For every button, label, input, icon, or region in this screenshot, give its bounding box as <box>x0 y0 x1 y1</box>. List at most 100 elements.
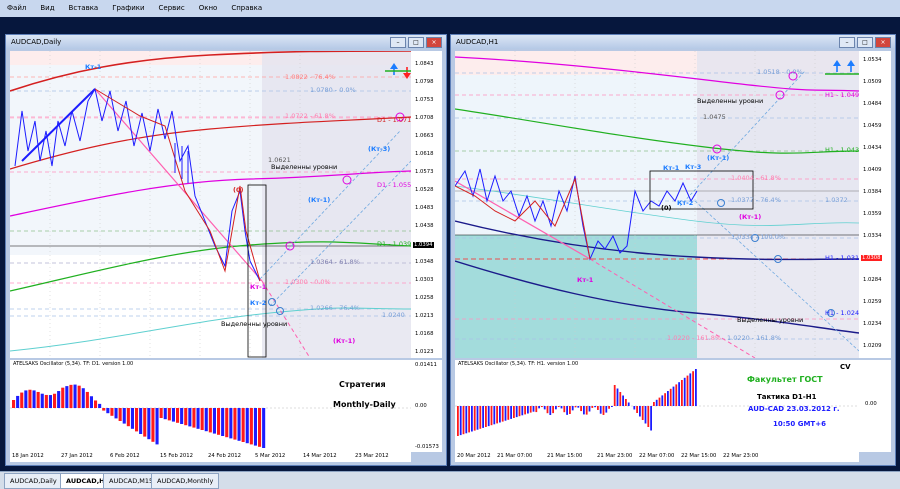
oscillator-bar <box>233 408 237 440</box>
oscillator-bar <box>549 406 552 415</box>
oscillator-bar <box>636 406 638 413</box>
oscillator-bar <box>619 392 622 406</box>
oscillator-bar <box>577 406 580 408</box>
window-title: AUDCAD,H1 <box>456 38 499 46</box>
price-chart[interactable]: 1.0518 - 0.0% H1 - 1.0496 1.0475 H1 - 1.… <box>455 51 859 358</box>
oscillator-bar <box>184 408 188 426</box>
oscillator-bar <box>57 391 61 408</box>
oscillator-bar <box>196 408 200 429</box>
wave-label-kt3: (Кт-3) <box>368 145 391 153</box>
oscillator-bar <box>546 406 549 414</box>
chart-window-daily[interactable]: AUDCAD,Daily – □ × 1.0822 - 76.4% 1.0780… <box>5 34 447 466</box>
oscillator-bar <box>675 384 678 406</box>
oscillator-bar <box>672 386 675 406</box>
oscillator-bar <box>457 406 459 436</box>
level-label: 1.0220 - 161.8% <box>667 334 722 342</box>
wave-label-kt1: Кт-1 <box>577 276 594 284</box>
chart-window-h1[interactable]: AUDCAD,H1 – □ × 1.0518 - 0.0% H1 - 1.049… <box>450 34 896 466</box>
oscillator-bar <box>482 406 484 428</box>
annotation-levels: Выделенны уровни <box>221 320 288 328</box>
oscillator-bar <box>28 389 32 408</box>
oscillator-bar <box>171 408 175 422</box>
oscillator-bar <box>501 406 504 422</box>
oscillator-bar <box>110 408 114 416</box>
level-label: 1.0364 - 61.8% <box>310 258 360 266</box>
oscillator-bar <box>535 406 538 413</box>
oscillator-bar <box>167 408 171 421</box>
menu-insert[interactable]: Вставка <box>62 0 106 17</box>
minimize-button[interactable]: – <box>390 37 406 48</box>
window-titlebar[interactable]: AUDCAD,H1 – □ × <box>451 35 895 49</box>
menu-help[interactable]: Справка <box>224 0 269 17</box>
menu-window[interactable]: Окно <box>192 0 225 17</box>
menu-view[interactable]: Вид <box>33 0 61 17</box>
window-title: AUDCAD,Daily <box>11 38 62 46</box>
oscillator-bar <box>139 408 143 434</box>
oscillator-bar <box>490 406 493 426</box>
cv-label: CV <box>840 363 851 371</box>
price-chart[interactable]: 1.0822 - 76.4% 1.0780 - 0.0% 1.0722 - 61… <box>10 51 411 358</box>
oscillator-bar <box>532 406 535 412</box>
oscillator-bar <box>229 408 233 439</box>
oscillator-bar <box>163 408 167 420</box>
level-label: H1 - 1.0248 <box>825 309 859 317</box>
oscillator-panel[interactable]: ATELSAKS Oscillator (5,34). TF: H1. vers… <box>455 360 859 452</box>
oscillator-axis: 0.00 <box>859 360 891 452</box>
oscillator-panel[interactable]: ATELSAKS Oscillator (5,34). TF: D1. vers… <box>10 360 411 452</box>
oscillator-bar <box>667 391 669 406</box>
maximize-button[interactable]: □ <box>408 37 424 48</box>
level-label: 1.0404 - 61.8% <box>731 174 781 182</box>
tactic-label: Тактика D1-H1 <box>757 393 817 401</box>
tab-audcad-daily[interactable]: AUDCAD,Daily <box>4 473 63 489</box>
level-label: 1.0220 - 161.8% <box>727 334 782 342</box>
level-label: H1 - 1.0310 <box>825 254 859 262</box>
menu-charts[interactable]: Графики <box>105 0 151 17</box>
oscillator-bar <box>258 408 262 447</box>
price-axis: 1.0843 1.0798 1.0753 1.0708 1.0663 1.061… <box>411 51 442 358</box>
tab-audcad-monthly[interactable]: AUDCAD,Monthly <box>151 473 220 489</box>
close-button[interactable]: × <box>875 37 891 48</box>
level-label: 1.0300 - 0.0% <box>285 278 331 286</box>
oscillator-bar <box>664 393 666 406</box>
oscillator-bar <box>147 408 151 440</box>
oscillator-bar <box>73 384 77 408</box>
oscillator-bar <box>622 395 624 406</box>
oscillator-bar <box>188 408 192 427</box>
oscillator-bar <box>126 408 130 427</box>
level-label: H1 - 1.0434 <box>825 146 859 154</box>
oscillator-bar <box>641 406 644 420</box>
wave-label-kt1: (Кт-1) <box>308 196 331 204</box>
oscillator-bar <box>180 408 184 424</box>
menu-file[interactable]: Файл <box>0 0 33 17</box>
oscillator-bar <box>521 406 524 416</box>
window-titlebar[interactable]: AUDCAD,Daily – □ × <box>6 35 446 49</box>
menu-tools[interactable]: Сервис <box>152 0 192 17</box>
oscillator-bar <box>650 406 652 431</box>
level-label: H1 - 1.0496 <box>825 91 859 99</box>
oscillator-bar <box>253 408 257 446</box>
close-button[interactable]: × <box>426 37 442 48</box>
oscillator-bar <box>527 406 529 414</box>
oscillator-bar <box>625 399 627 406</box>
oscillator-bar <box>658 397 661 406</box>
oscillator-bar <box>135 408 139 432</box>
level-label: 1.0372 <box>825 196 848 204</box>
oscillator-bar <box>468 406 470 433</box>
oscillator-bar <box>61 387 65 408</box>
oscillator-bar <box>487 406 490 427</box>
maximize-button[interactable]: □ <box>857 37 873 48</box>
oscillator-bar <box>32 390 36 408</box>
oscillator-bar <box>585 406 588 415</box>
level-label: 1.0334 - 100.0% <box>731 233 786 241</box>
level-label: D1 - 1.0717 <box>377 116 411 124</box>
oscillator-bar <box>569 406 571 414</box>
level-label: D1 - 1.0558 <box>377 181 411 189</box>
oscillator-bar <box>611 406 613 408</box>
annotation-levels: Выделенны уровни <box>271 163 338 171</box>
oscillator-bar <box>40 393 44 408</box>
minimize-button[interactable]: – <box>839 37 855 48</box>
oscillator-bar <box>241 408 245 442</box>
oscillator-bar <box>681 380 683 406</box>
oscillator-bar <box>571 406 574 411</box>
level-label: 1.0377 - 76.4% <box>731 196 781 204</box>
